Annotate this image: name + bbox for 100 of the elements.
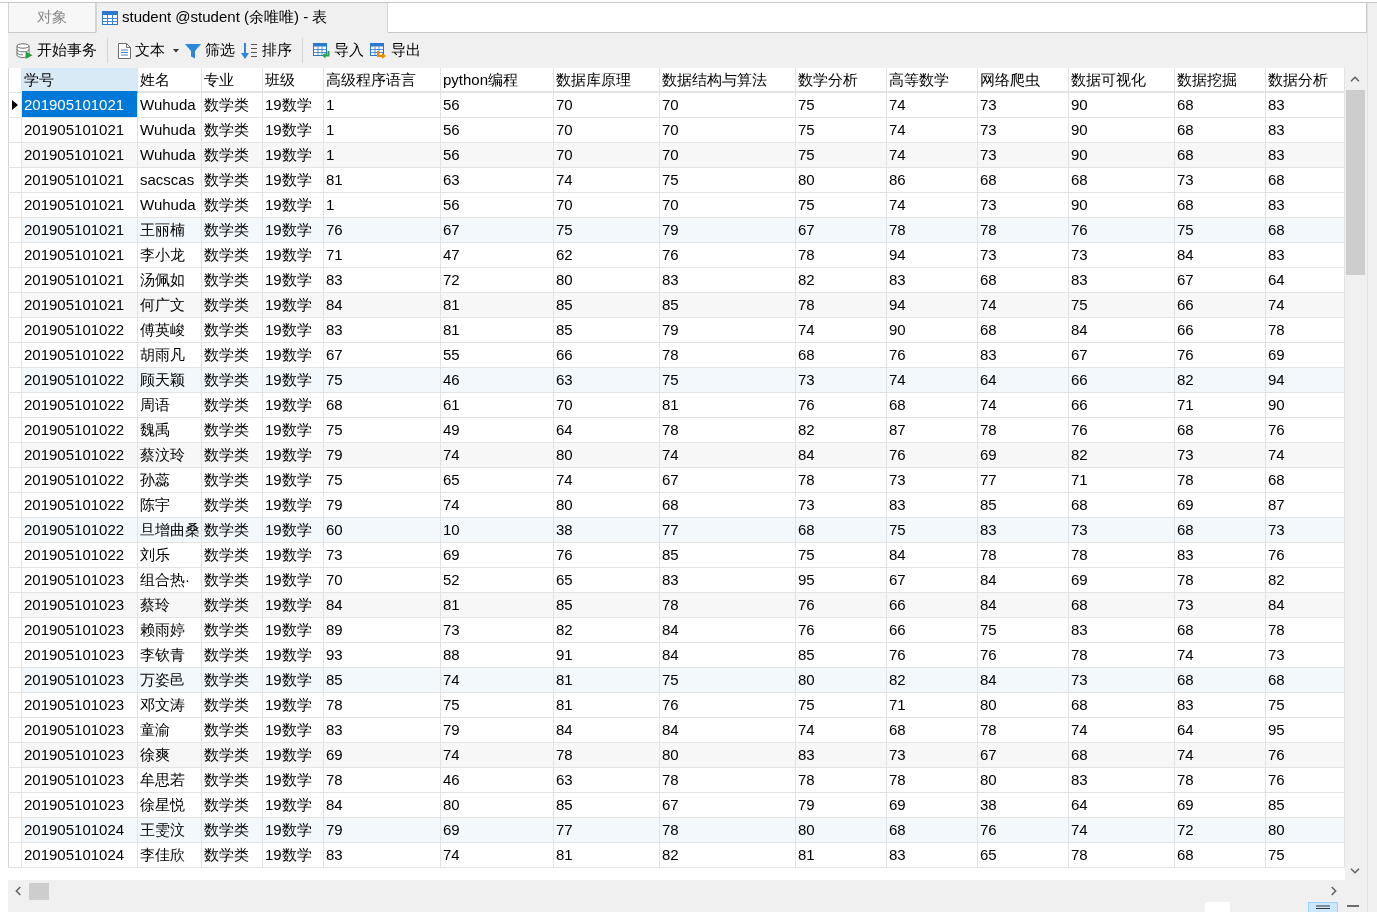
table-cell: 83 (796, 743, 887, 768)
table-cell: 74 (441, 668, 554, 693)
table-cell: 83 (1175, 693, 1266, 718)
table-cell: 74 (441, 743, 554, 768)
table-cell: 79 (660, 218, 796, 243)
tab[interactable]: student @student (余唯唯) - 表 (96, 3, 389, 33)
table-cell: 孙蕊 (138, 468, 202, 493)
table-cell: 201905101023 (22, 618, 138, 643)
table-cell: 85 (554, 318, 660, 343)
table-cell: 78 (324, 768, 441, 793)
table-cell: 李小龙 (138, 243, 202, 268)
table-cell: 19数学 (263, 93, 324, 118)
column-header[interactable]: python编程 (441, 68, 554, 93)
table-cell: 77 (978, 468, 1069, 493)
table-cell: 80 (978, 693, 1069, 718)
column-header[interactable]: 学号 (22, 68, 138, 93)
table-icon (102, 10, 118, 25)
table-cell: 74 (887, 93, 978, 118)
scrollbar-thumb[interactable] (29, 882, 49, 900)
column-header[interactable]: 数据库原理 (554, 68, 660, 93)
table-cell: 80 (796, 668, 887, 693)
column-header[interactable]: 数据结构与算法 (660, 68, 796, 93)
table-cell: 201905101023 (22, 593, 138, 618)
table-cell: 56 (441, 93, 554, 118)
toolbar-button[interactable]: 导入 (310, 37, 367, 64)
table-cell: 数学类 (202, 593, 263, 618)
table-cell: 75 (441, 693, 554, 718)
column-header[interactable]: 数据可视化 (1069, 68, 1175, 93)
table-cell: 47 (441, 243, 554, 268)
chevron-right-icon[interactable] (1331, 886, 1337, 896)
table-cell: Wuhuda (138, 93, 202, 118)
table-cell: 65 (978, 843, 1069, 868)
column-header[interactable]: 数据分析 (1266, 68, 1345, 93)
table-cell: 19数学 (263, 668, 324, 693)
table-cell: 78 (887, 768, 978, 793)
table-cell: 68 (1069, 693, 1175, 718)
table-cell: 66 (1175, 318, 1266, 343)
view-button[interactable] (1308, 902, 1338, 912)
table-cell: 201905101022 (22, 393, 138, 418)
table-cell: 84 (887, 543, 978, 568)
toolbar-button[interactable]: 导出 (367, 37, 424, 64)
table-cell: 201905101021 (22, 143, 138, 168)
column-header[interactable]: 姓名 (138, 68, 202, 93)
table-cell: 75 (887, 518, 978, 543)
filter-icon (185, 42, 201, 59)
table-cell: 68 (1069, 743, 1175, 768)
table-cell: 71 (1175, 393, 1266, 418)
table-cell: 76 (1266, 743, 1345, 768)
table-cell: 数学类 (202, 818, 263, 843)
table-cell: 80 (796, 818, 887, 843)
table-cell: 81 (554, 843, 660, 868)
table-cell: 68 (1069, 168, 1175, 193)
table-cell: 76 (978, 818, 1069, 843)
table-cell: 78 (887, 218, 978, 243)
table-cell: 46 (441, 368, 554, 393)
table-cell: 82 (1175, 368, 1266, 393)
table-cell: 徐爽 (138, 743, 202, 768)
column-header[interactable]: 高等数学 (887, 68, 978, 93)
table-cell: 201905101024 (22, 818, 138, 843)
table-cell: 84 (324, 593, 441, 618)
table-cell: 19数学 (263, 293, 324, 318)
scrollbar-thumb[interactable] (1345, 90, 1365, 275)
toolbar-button[interactable]: 排序 (238, 37, 295, 64)
chevron-up-icon[interactable] (1350, 76, 1360, 82)
row-selector[interactable] (8, 93, 22, 118)
table-cell: 74 (978, 293, 1069, 318)
chevron-down-icon[interactable] (1350, 868, 1360, 874)
table-cell: 顾天颖 (138, 368, 202, 393)
table-cell: 83 (887, 843, 978, 868)
table-cell: 78 (660, 818, 796, 843)
table-cell: 201905101022 (22, 318, 138, 343)
toolbar-button[interactable]: 文本 (115, 37, 182, 64)
document-icon (118, 42, 131, 59)
table-cell: 75 (554, 218, 660, 243)
table-cell: 74 (660, 443, 796, 468)
table-cell: 73 (887, 743, 978, 768)
table-cell: 19数学 (263, 218, 324, 243)
table-cell: 79 (324, 818, 441, 843)
table-cell: 63 (441, 168, 554, 193)
table-cell: 70 (660, 93, 796, 118)
table-cell: 77 (554, 818, 660, 843)
column-header[interactable]: 专业 (202, 68, 263, 93)
table-cell: 201905101023 (22, 768, 138, 793)
toolbar-button[interactable]: 开始事务 (13, 37, 100, 64)
table-cell: 63 (554, 768, 660, 793)
table-cell: 1 (324, 93, 441, 118)
table-cell: 75 (660, 368, 796, 393)
toolbar-button[interactable]: 筛选 (182, 37, 238, 64)
table-cell: 81 (441, 293, 554, 318)
column-header[interactable]: 数据挖掘 (1175, 68, 1266, 93)
table-cell: 何广文 (138, 293, 202, 318)
table-cell: 73 (1069, 243, 1175, 268)
column-header[interactable]: 班级 (263, 68, 324, 93)
column-header[interactable]: 数学分析 (796, 68, 887, 93)
table-cell: 19数学 (263, 468, 324, 493)
column-header[interactable]: 网络爬虫 (978, 68, 1069, 93)
table-cell: 74 (554, 168, 660, 193)
chevron-left-icon[interactable] (15, 886, 21, 896)
column-header[interactable]: 高级程序语言 (324, 68, 441, 93)
table-cell: 81 (441, 593, 554, 618)
